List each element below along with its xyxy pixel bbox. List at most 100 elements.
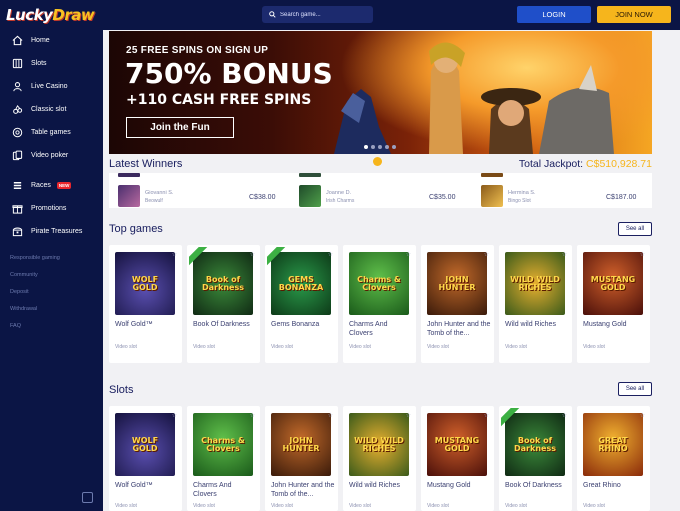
favorite-star-icon[interactable]: ☆ (484, 412, 489, 419)
favorite-star-icon[interactable]: ☆ (640, 412, 645, 419)
sidebar-item-label: Table games (31, 128, 71, 136)
game-type: Video slot (271, 344, 293, 350)
game-card[interactable]: Book of Darkness ☆ Book Of Darkness Vide… (187, 245, 260, 363)
sidebar-item-label: Races (31, 181, 51, 189)
winner-game: Irish Charms (326, 198, 355, 204)
favorite-star-icon[interactable]: ☆ (406, 251, 411, 258)
game-art-text: Book of Darkness (202, 274, 244, 292)
game-card[interactable]: WOLF GOLD ☆ Wolf Gold™ Video slot (109, 245, 182, 363)
sidebar-item-races[interactable]: Races NEW (12, 178, 72, 192)
game-title: Wild wild Riches (505, 321, 556, 328)
game-card[interactable]: Charms & Clovers ☆ Charms And Clovers Vi… (343, 245, 416, 363)
game-card[interactable]: JOHN HUNTER ☆ John Hunter and the Tomb o… (265, 406, 338, 511)
game-thumbnail: WILD WILD RICHES (349, 413, 409, 476)
game-title: Book Of Darkness (505, 482, 562, 489)
sidebar-item-classic-slot[interactable]: Classic slot (12, 102, 66, 116)
carousel-dot[interactable] (385, 145, 389, 149)
sidebar-item-slots[interactable]: Slots (12, 56, 47, 70)
winner-amount: C$187.00 (606, 194, 637, 201)
game-title: Wolf Gold™ (115, 482, 153, 489)
game-thumbnail: GREAT RHINO (583, 413, 643, 476)
favorite-star-icon[interactable]: ☆ (484, 251, 489, 258)
sidebar-item-table-games[interactable]: Table games (12, 125, 71, 139)
favorite-star-icon[interactable]: ☆ (328, 412, 333, 419)
winner-thumb-prev (299, 173, 321, 177)
game-card[interactable]: Book of Darkness ☆ Book Of Darkness Vide… (499, 406, 572, 511)
game-type: Video slot (505, 503, 527, 509)
join-the-fun-button[interactable]: Join the Fun (126, 117, 234, 138)
game-art-text: GEMS BONANZA (278, 274, 324, 292)
carousel-dots[interactable] (364, 145, 396, 149)
sidebar-item-promotions[interactable]: Promotions (12, 201, 66, 215)
lucky-draw-logo[interactable]: Lucky Draw (6, 5, 95, 25)
sidebar-item-label: Live Casino (31, 82, 68, 90)
sidebar-item-label: Promotions (31, 204, 67, 212)
game-card[interactable]: WILD WILD RICHES ☆ Wild wild Riches Vide… (343, 406, 416, 511)
search-box[interactable] (262, 6, 373, 23)
favorite-star-icon[interactable]: ☆ (250, 251, 255, 258)
sidebar-item-label: Home (31, 36, 50, 44)
favorite-star-icon[interactable]: ☆ (640, 251, 645, 258)
game-art-text: MUSTANG GOLD (434, 435, 480, 453)
game-type: Video slot (349, 503, 371, 509)
game-thumbnail: JOHN HUNTER (427, 252, 487, 315)
sidebar-item-label: Video poker (31, 151, 69, 159)
new-ribbon (501, 408, 521, 428)
top-games-see-all-button[interactable]: See all (618, 222, 652, 236)
responsible-gaming-link[interactable]: Responsible gaming (10, 255, 60, 261)
slots-see-all-button[interactable]: See all (618, 382, 652, 396)
game-card[interactable]: WOLF GOLD ☆ Wolf Gold™ Video slot (109, 406, 182, 511)
game-card[interactable]: Charms & Clovers ☆ Charms And Clovers Vi… (187, 406, 260, 511)
promotions-icon (12, 203, 23, 214)
game-art-text: WOLF GOLD (131, 435, 159, 453)
game-title: Charms And Clovers (349, 321, 388, 337)
game-title: Mustang Gold (583, 321, 627, 328)
winner-thumb-prev (481, 173, 503, 177)
game-card[interactable]: JOHN HUNTER ☆ John Hunter and the Tomb o… (421, 245, 494, 363)
deposit-link[interactable]: Deposit (10, 289, 29, 295)
carousel-dot[interactable] (378, 145, 382, 149)
promo-banner[interactable]: 25 FREE SPINS ON SIGN UP 750% BONUS +110… (109, 31, 652, 154)
join-now-button[interactable]: JOIN NOW (597, 6, 671, 23)
game-card[interactable]: GEMS BONANZA ☆ Gems Bonanza Video slot (265, 245, 338, 363)
game-type: Video slot (193, 503, 215, 509)
game-type: Video slot (427, 344, 449, 350)
game-title: Great Rhino (583, 482, 621, 489)
winner-game-thumbnail (299, 185, 321, 207)
community-link[interactable]: Community (10, 272, 38, 278)
game-type: Video slot (115, 503, 137, 509)
home-icon (12, 35, 23, 46)
favorite-star-icon[interactable]: ☆ (328, 251, 333, 258)
favorite-star-icon[interactable]: ☆ (172, 251, 177, 258)
live-casino-icon (12, 81, 23, 92)
faq-link[interactable]: FAQ (10, 323, 21, 329)
favorite-star-icon[interactable]: ☆ (562, 412, 567, 419)
carousel-dot[interactable] (371, 145, 375, 149)
game-card[interactable]: MUSTANG GOLD ☆ Mustang Gold Video slot (577, 245, 650, 363)
game-art-text: Charms & Clovers (201, 435, 245, 453)
collapse-sidebar-icon[interactable] (82, 492, 93, 503)
favorite-star-icon[interactable]: ☆ (172, 412, 177, 419)
sidebar: Home Slots Live Casino Classic slot Tabl… (0, 30, 103, 511)
game-thumbnail: MUSTANG GOLD (583, 252, 643, 315)
winner-game-thumbnail (481, 185, 503, 207)
sidebar-item-home[interactable]: Home (12, 33, 50, 47)
sidebar-item-pirate-treasures[interactable]: Pirate Treasures (12, 224, 82, 238)
search-input[interactable] (280, 11, 370, 18)
carousel-dot[interactable] (392, 145, 396, 149)
sidebar-item-live-casino[interactable]: Live Casino (12, 79, 68, 93)
favorite-star-icon[interactable]: ☆ (250, 412, 255, 419)
game-card[interactable]: WILD WILD RICHES ☆ Wild wild Riches Vide… (499, 245, 572, 363)
login-button[interactable]: LOGIN (517, 6, 591, 23)
game-type: Video slot (583, 344, 605, 350)
favorite-star-icon[interactable]: ☆ (406, 412, 411, 419)
favorite-star-icon[interactable]: ☆ (562, 251, 567, 258)
carousel-dot[interactable] (364, 145, 368, 149)
game-title: Gems Bonanza (271, 321, 320, 328)
game-type: Video slot (115, 344, 137, 350)
sidebar-item-video-poker[interactable]: Video poker (12, 148, 68, 162)
video-poker-icon (12, 150, 23, 161)
game-card[interactable]: MUSTANG GOLD ☆ Mustang Gold Video slot (421, 406, 494, 511)
game-card[interactable]: GREAT RHINO ☆ Great Rhino Video slot (577, 406, 650, 511)
withdrawal-link[interactable]: Withdrawal (10, 306, 37, 312)
